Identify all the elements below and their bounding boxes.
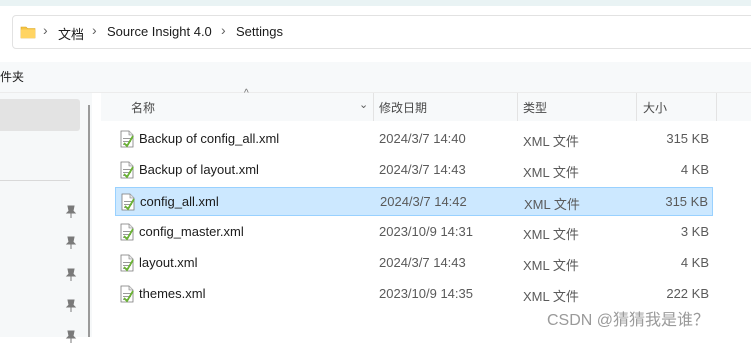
chevron-right-icon: › [92, 22, 97, 38]
file-size: 315 KB [666, 131, 709, 146]
file-row[interactable]: layout.xml 2024/3/7 14:43 XML 文件 4 KB [115, 249, 713, 278]
xml-file-icon [119, 285, 135, 306]
address-bar[interactable]: › 文档 › Source Insight 4.0 › Settings [12, 15, 751, 49]
file-modified: 2024/3/7 14:43 [379, 162, 466, 177]
breadcrumb-item[interactable]: Settings [236, 24, 283, 39]
breadcrumb-item[interactable]: Source Insight 4.0 [107, 24, 212, 39]
chevron-right-icon: › [43, 22, 48, 38]
file-modified: 2023/10/9 14:35 [379, 286, 473, 301]
file-size: 315 KB [665, 194, 708, 209]
column-header-name[interactable]: 名称 [131, 99, 155, 127]
file-type: XML 文件 [523, 289, 579, 304]
file-type: XML 文件 [523, 258, 579, 273]
file-name: layout.xml [139, 255, 198, 270]
file-row[interactable]: config_all.xml 2024/3/7 14:42 XML 文件 315… [115, 187, 713, 216]
pin-icon[interactable] [65, 268, 77, 282]
pin-icon[interactable] [65, 205, 77, 219]
window-top-strip [0, 0, 751, 6]
file-size: 4 KB [680, 162, 709, 177]
file-modified: 2024/3/7 14:40 [379, 131, 466, 146]
file-type: XML 文件 [523, 134, 579, 149]
file-name: Backup of config_all.xml [139, 131, 280, 146]
file-type: XML 文件 [523, 227, 579, 242]
file-row[interactable]: themes.xml 2023/10/9 14:35 XML 文件 222 KB [115, 280, 713, 309]
file-type: XML 文件 [524, 197, 580, 212]
file-row[interactable]: Backup of layout.xml 2024/3/7 14:43 XML … [115, 156, 713, 185]
command-bar: 件夹 [0, 62, 751, 92]
folder-icon [20, 25, 36, 44]
file-type: XML 文件 [523, 165, 579, 180]
column-separator[interactable] [716, 93, 717, 121]
nav-scrollbar[interactable] [88, 105, 90, 337]
xml-file-icon [119, 161, 135, 182]
xml-file-icon [120, 193, 136, 214]
xml-file-icon [119, 130, 135, 151]
column-header-modified[interactable]: 修改日期 [379, 99, 427, 127]
pin-icon[interactable] [65, 299, 77, 313]
file-row[interactable]: config_master.xml 2023/10/9 14:31 XML 文件… [115, 218, 713, 247]
column-header-type[interactable]: 类型 [523, 99, 547, 127]
pin-icon[interactable] [65, 236, 77, 250]
file-name: config_all.xml [140, 194, 219, 209]
file-size: 4 KB [680, 255, 709, 270]
chevron-right-icon: › [221, 22, 226, 38]
column-separator[interactable] [517, 93, 518, 121]
xml-file-icon [119, 223, 135, 244]
file-modified: 2024/3/7 14:42 [380, 194, 467, 209]
file-name: Backup of layout.xml [139, 162, 259, 177]
nav-item-selected[interactable] [0, 99, 80, 131]
file-name: config_master.xml [139, 224, 244, 239]
file-modified: 2023/10/9 14:31 [379, 224, 473, 239]
pin-icon[interactable] [65, 330, 77, 344]
watermark-text: CSDN @猜猜我是谁？ [547, 312, 710, 329]
file-size: 3 KB [680, 224, 709, 239]
file-modified: 2024/3/7 14:43 [379, 255, 466, 270]
file-row[interactable]: Backup of config_all.xml 2024/3/7 14:40 … [115, 125, 713, 154]
column-separator[interactable] [373, 93, 374, 121]
column-header-size[interactable]: 大小 [643, 99, 667, 127]
new-folder-label[interactable]: 件夹 [0, 68, 24, 85]
breadcrumb-item[interactable]: 文档 [58, 24, 84, 43]
file-name: themes.xml [139, 286, 206, 301]
file-size: 222 KB [666, 286, 709, 301]
chevron-down-icon[interactable]: ⌄ [359, 98, 368, 111]
nav-divider [0, 180, 70, 181]
sort-ascending-icon: ^ [244, 88, 249, 99]
column-separator[interactable] [636, 93, 637, 121]
xml-file-icon [119, 254, 135, 275]
